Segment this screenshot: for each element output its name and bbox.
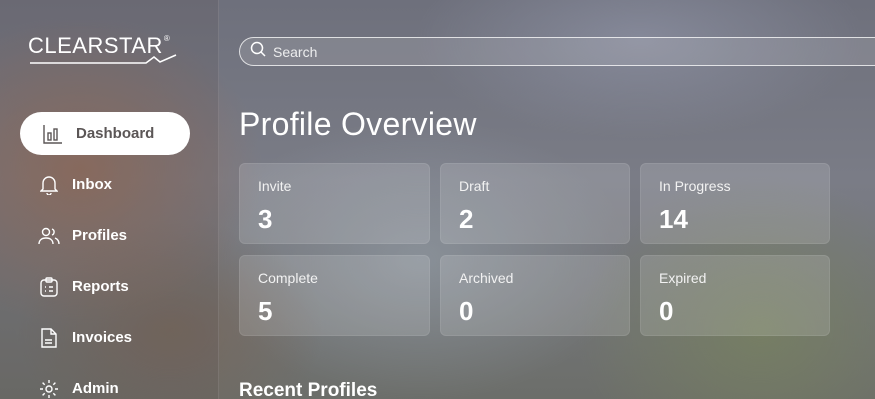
status-card-archived[interactable]: Archived 0 bbox=[440, 255, 630, 336]
card-label: Expired bbox=[659, 270, 707, 286]
users-icon bbox=[38, 225, 60, 247]
card-value: 5 bbox=[258, 296, 273, 326]
status-cards: Invite 3 Draft 2 In Progress 14 Complete… bbox=[239, 163, 830, 336]
recent-profiles-title: Recent Profiles bbox=[239, 380, 378, 399]
card-label: Draft bbox=[459, 178, 490, 194]
sidebar-item-profiles[interactable]: Profiles bbox=[20, 214, 190, 257]
bell-icon bbox=[38, 174, 60, 196]
sidebar-item-invoices[interactable]: Invoices bbox=[20, 316, 190, 359]
sidebar-item-dashboard[interactable]: Dashboard bbox=[20, 112, 190, 155]
search-bar[interactable] bbox=[239, 37, 875, 66]
card-label: Invite bbox=[258, 178, 292, 194]
document-icon bbox=[38, 327, 60, 349]
gear-icon bbox=[38, 378, 60, 399]
sidebar-item-label: Profiles bbox=[72, 227, 128, 244]
status-card-complete[interactable]: Complete 5 bbox=[239, 255, 430, 336]
card-label: In Progress bbox=[659, 178, 731, 194]
search-icon bbox=[250, 41, 266, 62]
sidebar-item-inbox[interactable]: Inbox bbox=[20, 163, 190, 206]
status-card-draft[interactable]: Draft 2 bbox=[440, 163, 630, 244]
clearstar-logo[interactable]: CLEARSTAR ® bbox=[28, 34, 177, 64]
sidebar-nav: Dashboard Inbox Profiles Reports Invoice… bbox=[20, 112, 190, 399]
card-value: 14 bbox=[659, 204, 688, 234]
card-label: Complete bbox=[258, 270, 318, 286]
sidebar-item-label: Reports bbox=[72, 278, 129, 295]
page-title: Profile Overview bbox=[239, 106, 477, 142]
bar-chart-icon bbox=[42, 123, 64, 145]
clipboard-icon bbox=[38, 276, 60, 298]
sidebar-item-label: Admin bbox=[72, 380, 119, 397]
status-card-in-progress[interactable]: In Progress 14 bbox=[640, 163, 830, 244]
card-value: 0 bbox=[659, 296, 674, 326]
card-value: 3 bbox=[258, 204, 273, 234]
sidebar-item-admin[interactable]: Admin bbox=[20, 367, 190, 399]
card-value: 2 bbox=[459, 204, 474, 234]
card-label: Archived bbox=[459, 270, 514, 286]
status-card-invite[interactable]: Invite 3 bbox=[239, 163, 430, 244]
status-card-expired[interactable]: Expired 0 bbox=[640, 255, 830, 336]
sidebar-item-label: Invoices bbox=[72, 329, 133, 346]
sidebar-item-reports[interactable]: Reports bbox=[20, 265, 190, 308]
search-input[interactable] bbox=[273, 43, 833, 60]
logo-registered-mark: ® bbox=[163, 34, 170, 43]
card-value: 0 bbox=[459, 296, 474, 326]
logo-swoosh-icon bbox=[30, 54, 177, 64]
sidebar: CLEARSTAR ® Dashboard Inbox Profiles Rep… bbox=[0, 0, 219, 399]
sidebar-item-label: Inbox bbox=[72, 176, 112, 193]
sidebar-item-label: Dashboard bbox=[76, 125, 155, 142]
